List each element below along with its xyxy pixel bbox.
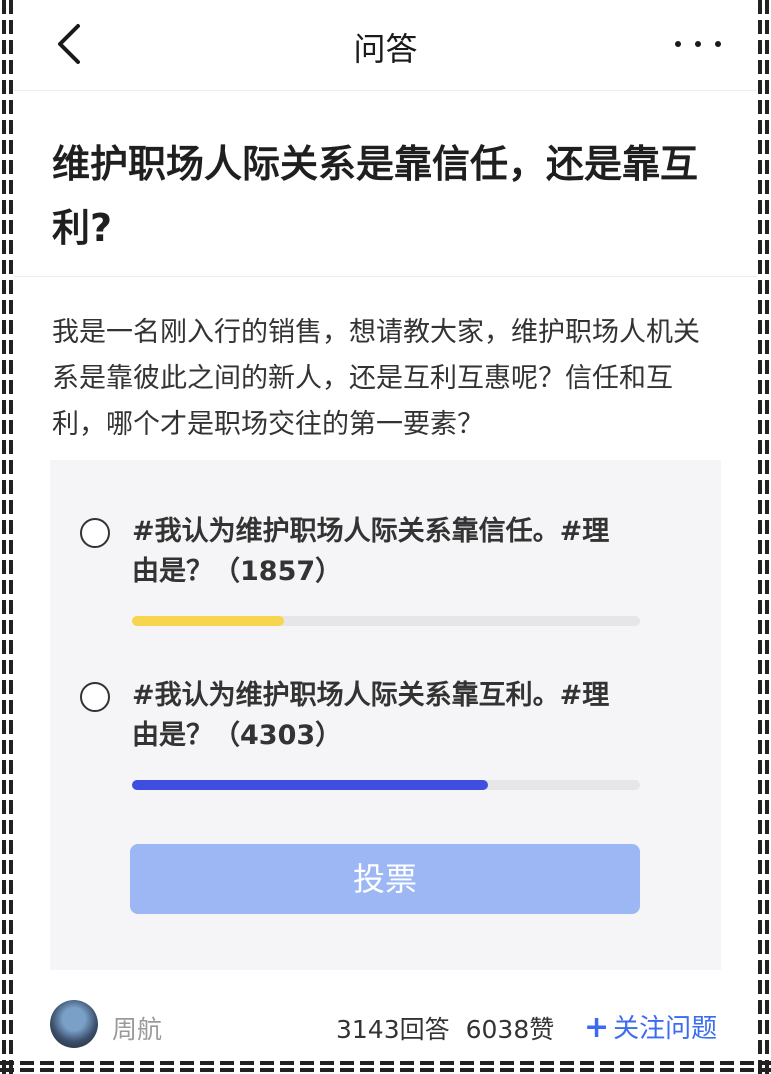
vote-button[interactable]: 投票: [130, 844, 640, 914]
question-title: 维护职场人际关系是靠信任，还是靠互利?: [52, 142, 699, 250]
top-bar: 问答: [14, 0, 757, 91]
poll-option-trust[interactable]: #我认为维护职场人际关系靠信任。#理由是？（1857）: [80, 512, 660, 632]
more-dots-icon: [675, 41, 681, 47]
frame-border-left-inner: [9, 0, 13, 1074]
frame-border-bottom-inner: [0, 1061, 771, 1065]
poll-progress-fill: [132, 616, 285, 626]
poll-option-label: #我认为维护职场人际关系靠信任。#理由是？（1857）: [132, 516, 610, 587]
poll-option-mutual-benefit[interactable]: #我认为维护职场人际关系靠互利。#理由是？（4303）: [80, 676, 660, 796]
avatar[interactable]: [50, 1000, 98, 1048]
radio-button[interactable]: [80, 518, 110, 548]
page-title: 问答: [353, 30, 418, 68]
frame-border-right-inner: [758, 0, 762, 1074]
frame-border-bottom: [0, 1068, 771, 1072]
poll-panel: #我认为维护职场人际关系靠信任。#理由是？（1857） #我认为维护职场人际关系…: [50, 460, 721, 970]
question-stats: 3143回答 6038赞: [336, 1010, 570, 1046]
qa-card: 问答 维护职场人际关系是靠信任，还是靠互利? 我是一名刚入行的销售，想请教大家，…: [14, 0, 757, 1060]
frame-border-left: [2, 0, 6, 1074]
divider: [14, 276, 757, 277]
poll-progress-fill: [132, 780, 488, 790]
follow-question-button[interactable]: + 关注问题: [584, 1008, 717, 1045]
question-description: 我是一名刚入行的销售，想请教大家，维护职场人机关系是靠彼此之间的新人，还是互利互…: [52, 317, 700, 440]
question-footer: 周航 3143回答 6038赞 + 关注问题: [14, 990, 757, 1060]
poll-option-label: #我认为维护职场人际关系靠互利。#理由是？（4303）: [132, 680, 610, 751]
radio-button[interactable]: [80, 682, 110, 712]
frame-border-right: [765, 0, 769, 1074]
follow-label: 关注问题: [613, 1014, 718, 1044]
plus-icon: +: [584, 1010, 610, 1045]
like-count: 6038赞: [465, 1015, 555, 1044]
answer-count[interactable]: 3143回答: [336, 1015, 450, 1044]
poll-progress-track: [132, 780, 640, 790]
poll-progress-track: [132, 616, 640, 626]
author-name[interactable]: 周航: [112, 1010, 162, 1046]
more-options-button[interactable]: [675, 38, 721, 50]
